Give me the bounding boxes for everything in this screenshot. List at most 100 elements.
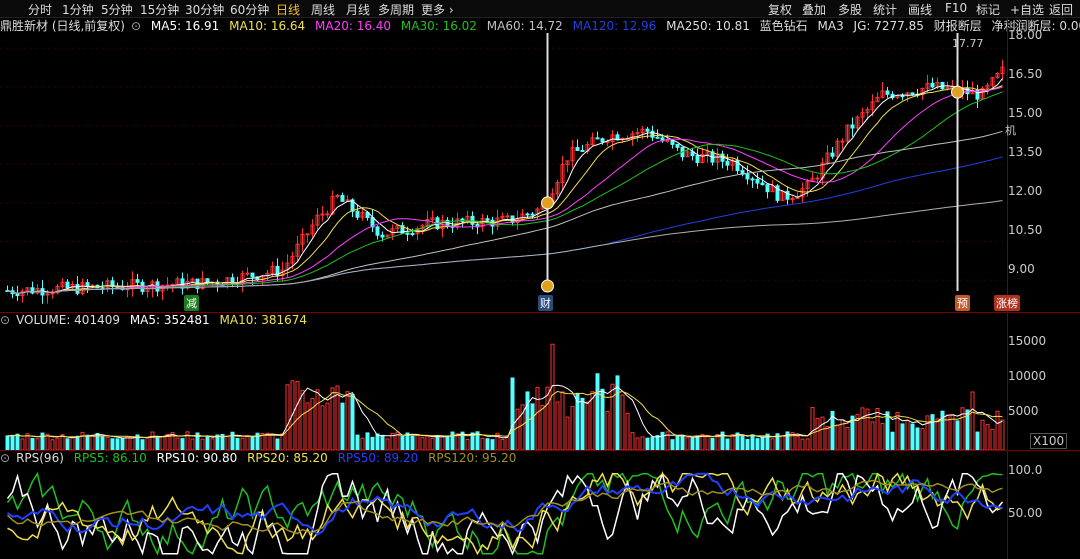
btn-draw-line[interactable]: 画线	[908, 1, 932, 18]
candle-body	[575, 147, 580, 151]
volume-bar	[815, 417, 820, 450]
volume-bar	[250, 435, 255, 450]
volume-bar	[705, 435, 710, 450]
volume-bar	[85, 434, 90, 450]
volume-bar	[130, 437, 135, 450]
candle-body	[930, 82, 935, 88]
volume-bar	[880, 422, 885, 450]
btn-back[interactable]: 返回	[1049, 1, 1073, 18]
volume-bar	[690, 438, 695, 450]
volume-bar	[315, 389, 320, 450]
candle-body	[755, 178, 760, 184]
volume-bar	[120, 437, 125, 450]
volume-bar	[760, 437, 765, 450]
tab-15min[interactable]: 15分钟	[140, 1, 179, 18]
volume-bar	[175, 437, 180, 450]
candle-body	[305, 233, 310, 236]
tab-multi-period[interactable]: 多周期	[378, 1, 414, 18]
candle-body	[830, 152, 835, 157]
volume-bar	[140, 439, 145, 450]
volume-bar	[380, 434, 385, 450]
btn-mark[interactable]: 标记	[976, 1, 1000, 18]
volume-bar	[30, 437, 35, 450]
tab-5min[interactable]: 5分钟	[101, 1, 133, 18]
volume-bar	[300, 389, 305, 450]
candle-body	[840, 140, 845, 143]
volume-bar	[350, 394, 355, 450]
volume-bar	[930, 414, 935, 450]
candle-body	[790, 198, 795, 201]
rps-chart	[6, 471, 1004, 556]
tab-more[interactable]: 更多 ›	[421, 1, 454, 18]
volume-bar	[90, 435, 95, 450]
legend-blue-diamond: 蓝色钻石	[759, 19, 808, 33]
btn-restore-rights[interactable]: 复权	[768, 1, 792, 18]
candle-body	[410, 232, 415, 235]
volume-bar	[75, 435, 80, 450]
volume-bar	[265, 432, 270, 450]
volume-bar	[440, 435, 445, 450]
volume-bar	[800, 438, 805, 450]
ma-legend: 鼎胜新材 (日线,前复权) ⊙ MA5: 16.91 MA10: 16.64 MA…	[0, 17, 1080, 33]
volume-bar	[500, 439, 505, 450]
volume-bar	[150, 431, 155, 450]
volume-bar	[695, 435, 700, 450]
btn-multi-stock[interactable]: 多股	[838, 1, 862, 18]
stock-name[interactable]: 鼎胜新材 (日线,前复权)	[0, 19, 125, 33]
volume-bar	[655, 435, 660, 450]
volume-bar	[900, 423, 905, 450]
settings-icon[interactable]: ⊙	[0, 313, 10, 327]
btn-stats[interactable]: 统计	[873, 1, 897, 18]
price-tick-5: 10.50	[1008, 223, 1043, 237]
volume-bar	[215, 434, 220, 450]
volume-bar	[45, 433, 50, 450]
chevron-down-icon[interactable]: ⊙	[131, 19, 141, 33]
volume-bar	[275, 438, 280, 450]
legend-ma20: MA20: 16.40	[315, 19, 392, 33]
tab-30min[interactable]: 30分钟	[185, 1, 224, 18]
tab-month[interactable]: 月线	[346, 1, 370, 18]
tab-minute[interactable]: 分时	[28, 1, 52, 18]
volume-bar	[680, 434, 685, 450]
btn-f10[interactable]: F10	[945, 1, 967, 15]
volume-bar	[590, 391, 595, 450]
candle-body	[530, 213, 535, 216]
candle-body	[760, 182, 765, 186]
volume-bar	[820, 416, 825, 450]
btn-add-watchlist[interactable]: +自选	[1010, 1, 1044, 18]
volume-bar	[235, 437, 240, 450]
legend-ma5: MA5: 16.91	[150, 19, 220, 33]
candle-body	[650, 130, 655, 138]
event-icon	[541, 196, 554, 210]
volume-bar	[600, 388, 605, 450]
candle-body	[750, 178, 755, 181]
vol-tick-1: 10000	[1008, 369, 1047, 383]
high-price-label: 17.77	[952, 37, 984, 50]
volume-bar	[5, 435, 10, 450]
volume-bar	[490, 439, 495, 450]
tab-day[interactable]: 日线	[276, 1, 300, 18]
candle-body	[245, 272, 250, 275]
tab-week[interactable]: 周线	[311, 1, 335, 18]
candle-body	[595, 137, 600, 140]
candle-body	[100, 287, 105, 290]
candle-body	[325, 213, 330, 216]
volume-bar	[650, 436, 655, 450]
tab-60min[interactable]: 60分钟	[230, 1, 269, 18]
candle-body	[85, 282, 90, 287]
btn-overlay[interactable]: 叠加	[802, 1, 826, 18]
volume-bar	[20, 438, 25, 450]
ma-line-ma5	[7, 78, 1003, 294]
candle-body	[525, 213, 530, 216]
vol-tick-2: 5000	[1008, 404, 1039, 418]
price-tick-2: 15.00	[1008, 106, 1043, 120]
tab-1min[interactable]: 1分钟	[62, 1, 94, 18]
price-chart	[0, 33, 1007, 304]
candle-body	[885, 90, 890, 95]
volume-bar	[10, 434, 15, 450]
rps-tick-1: 50.00	[1008, 506, 1043, 520]
volume-bar	[980, 419, 985, 450]
ji-label: 机	[1005, 124, 1016, 137]
volume-ma5: MA5: 352481	[129, 313, 210, 327]
legend-fault: 财报断层	[933, 19, 982, 33]
